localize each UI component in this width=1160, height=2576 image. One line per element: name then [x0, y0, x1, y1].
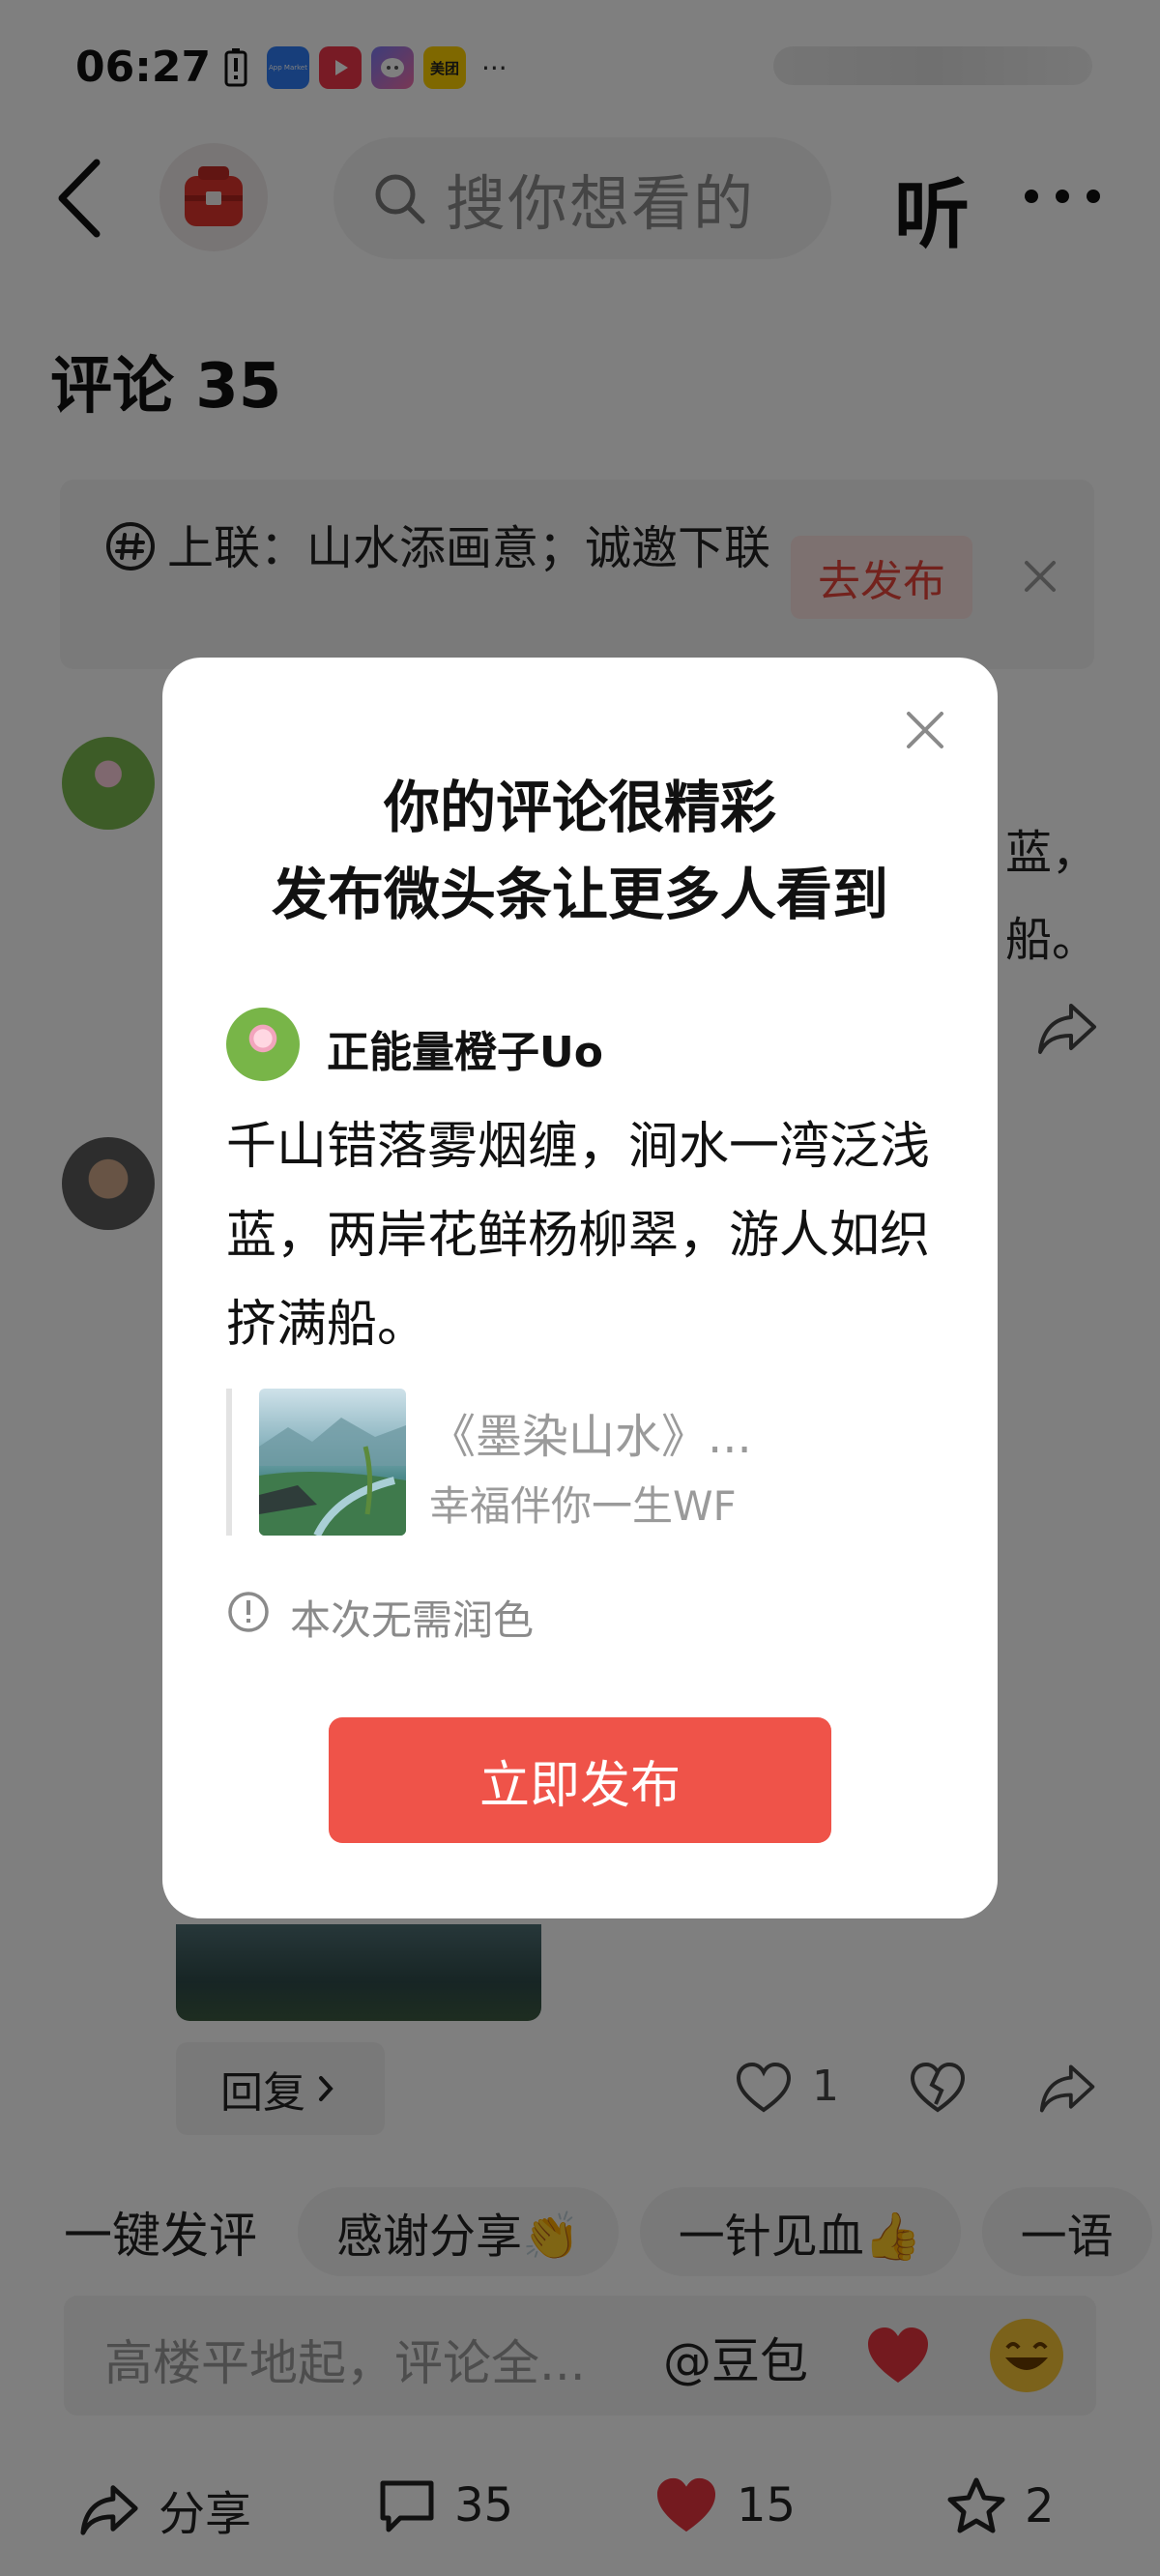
- publish-now-button[interactable]: 立即发布: [329, 1717, 831, 1843]
- dialog-title-line2: 发布微头条让更多人看到: [271, 862, 888, 927]
- dialog-close-button[interactable]: [901, 706, 949, 754]
- comment-preview: 千山错落雾烟缠，涧水一湾泛浅蓝，两岸花鲜杨柳翠，游人如织挤满船。: [226, 1118, 931, 1354]
- user-avatar: [226, 1008, 300, 1081]
- publish-dialog: 你的评论很精彩 发布微头条让更多人看到 正能量橙子Uo 千山错落雾烟缠，涧水一湾…: [162, 658, 998, 1918]
- close-icon: [907, 712, 943, 748]
- article-author: 幸福伴你一生WF: [429, 1482, 737, 1530]
- username: 正能量橙子Uo: [327, 1028, 603, 1077]
- dialog-title-line1: 你的评论很精彩: [383, 775, 776, 840]
- info-icon: [226, 1590, 271, 1634]
- quote-divider: [226, 1389, 232, 1536]
- article-title: 《墨染山水》...: [429, 1410, 752, 1464]
- article-thumbnail: [259, 1389, 406, 1536]
- no-polish-notice: 本次无需润色: [290, 1596, 535, 1644]
- dialog-title: 你的评论很精彩 发布微头条让更多人看到: [162, 764, 998, 938]
